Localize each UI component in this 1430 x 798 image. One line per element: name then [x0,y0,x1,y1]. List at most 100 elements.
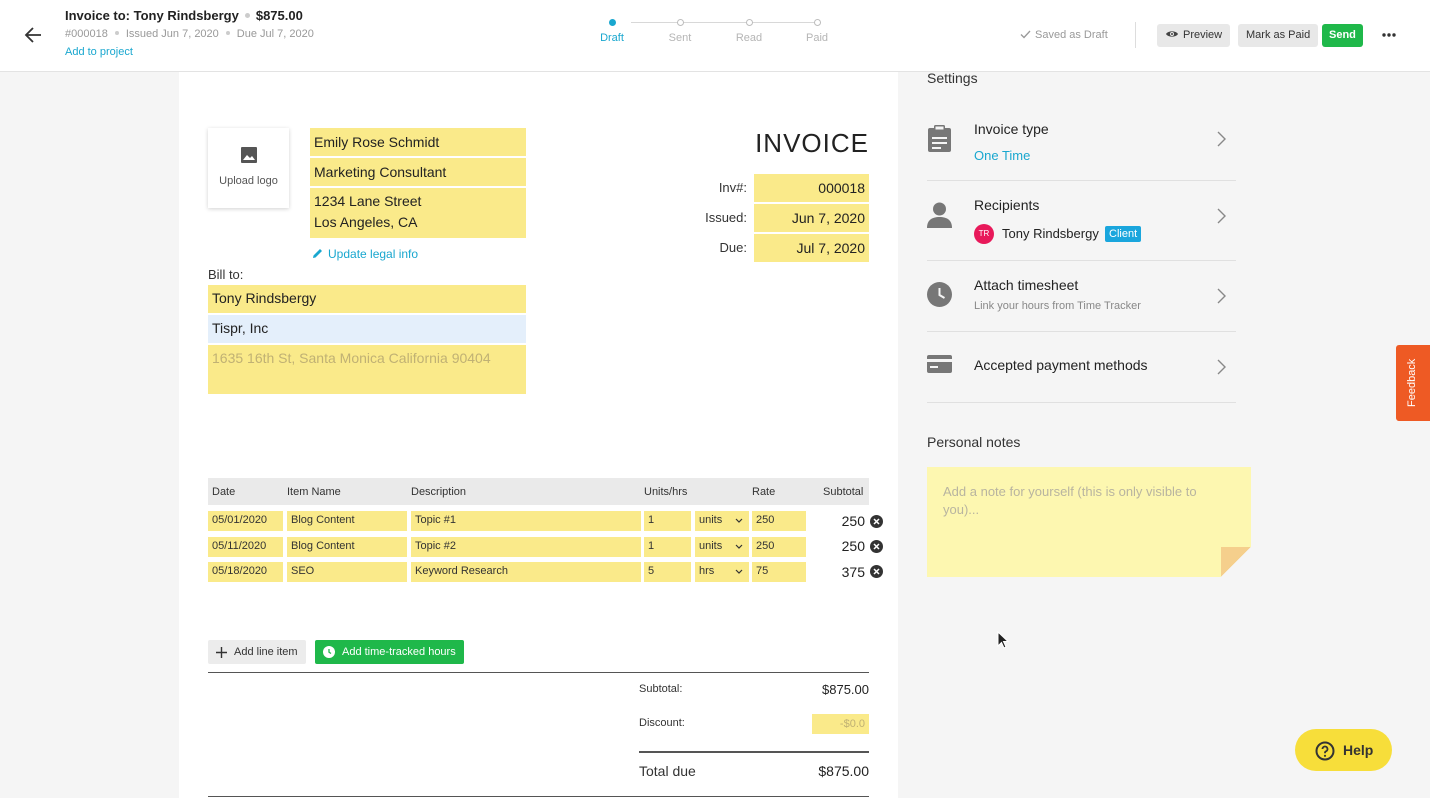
step-sent: Sent [650,14,710,44]
upload-logo-button[interactable]: Upload logo [208,128,289,208]
status-progress: Draft Sent Read Paid [596,14,836,54]
add-time-tracked-button[interactable]: Add time-tracked hours [315,640,464,664]
send-button[interactable]: Send [1322,24,1363,47]
sender-title-field[interactable]: Marketing Consultant [310,158,526,186]
payment-methods-label: Accepted payment methods [974,357,1148,373]
row-rate-field[interactable]: 250 [752,511,806,531]
update-legal-info-link[interactable]: Update legal info [312,247,418,261]
invoice-type-row[interactable]: Invoice type One Time [927,101,1236,181]
bill-to-name-field[interactable]: Tony Rindsbergy [208,285,526,313]
bottom-divider [208,796,869,797]
chevron-right-icon [1217,288,1226,304]
payment-methods-row[interactable]: Accepted payment methods [927,332,1236,403]
add-line-item-button[interactable]: Add line item [208,640,306,664]
note-corner-fold [1221,547,1251,577]
sender-address-line1: 1234 Lane Street [314,193,422,209]
pencil-icon [313,249,322,258]
help-button[interactable]: Help [1295,729,1392,771]
due-label: Due: [719,240,747,255]
preview-button[interactable]: Preview [1157,24,1231,47]
bill-to-company-field[interactable]: Tispr, Inc [208,315,526,343]
personal-notes-title: Personal notes [927,434,1021,450]
row-rate-field[interactable]: 250 [752,537,806,557]
remove-row-icon[interactable] [870,540,883,553]
row-description-field[interactable]: Topic #2 [411,537,641,557]
feedback-label: Feedback [1406,358,1418,407]
row-qty-field[interactable]: 1 [644,511,691,531]
bill-to-address-field[interactable]: 1635 16th St, Santa Monica California 90… [208,345,526,394]
personal-notes-placeholder: Add a note for yourself (this is only vi… [943,484,1197,517]
attach-timesheet-label: Attach timesheet [974,277,1079,293]
inv-number-label: Inv#: [718,180,747,195]
row-item-field[interactable]: Blog Content [287,511,407,531]
subtotal-label: Subtotal: [639,683,683,695]
header-divider [1135,22,1136,48]
col-description: Description [411,486,467,498]
subtotal-value: $875.00 [822,682,869,697]
row-date-field[interactable]: 05/18/2020 [208,562,283,582]
row-date-field[interactable]: 05/11/2020 [208,537,283,557]
credit-card-icon [927,355,952,373]
total-due-label: Total due [639,763,696,779]
step-read: Read [719,14,779,44]
mouse-cursor-icon [997,631,1009,649]
personal-notes-field[interactable]: Add a note for yourself (this is only vi… [927,467,1251,577]
plus-icon [216,647,227,658]
more-options-icon[interactable] [1379,27,1399,43]
col-units: Units/hrs [644,486,688,498]
row-qty-field[interactable]: 1 [644,537,691,557]
chevron-down-icon [735,569,743,574]
row-rate-field[interactable]: 75 [752,562,806,582]
settings-title: Settings [927,70,978,86]
chevron-right-icon [1217,131,1226,147]
due-date: Due Jul 7, 2020 [236,28,314,40]
person-icon [927,202,952,228]
clock-icon [323,646,335,658]
feedback-tab[interactable]: Feedback [1396,345,1430,421]
sender-address-line2: Los Angeles, CA [314,214,418,230]
invoice-title: Invoice to: Tony Rindsbergy $875.00 [65,8,303,23]
due-date-field[interactable]: Jul 7, 2020 [754,234,869,262]
recipients-label: Recipients [974,197,1040,213]
question-icon [1315,741,1335,761]
total-due-value: $875.00 [818,763,869,779]
invoice-document: Upload logo Emily Rose Schmidt Marketing… [179,72,898,798]
row-unit-select[interactable]: units [695,537,749,557]
discount-field[interactable]: -$0.0 [812,714,869,734]
chevron-down-icon [735,544,743,549]
avatar: TR [974,224,994,244]
invoice-amount: $875.00 [255,8,303,23]
col-rate: Rate [752,486,776,498]
recipients-row[interactable]: Recipients TR Tony Rindsbergy Client [927,181,1236,261]
invoice-title-text: Invoice to: Tony Rindsbergy [65,8,239,23]
row-unit-select[interactable]: units [695,511,749,531]
back-arrow-icon[interactable] [22,24,44,46]
sender-address-field[interactable]: 1234 Lane Street Los Angeles, CA [310,188,526,238]
mark-as-paid-button[interactable]: Mark as Paid [1238,24,1319,47]
row-description-field[interactable]: Topic #1 [411,511,641,531]
recipient-name: Tony Rindsbergy [1002,226,1099,241]
add-to-project-link[interactable]: Add to project [65,46,133,58]
sender-name-field[interactable]: Emily Rose Schmidt [310,128,526,156]
remove-row-icon[interactable] [870,515,883,528]
client-badge: Client [1105,226,1142,242]
issued-label: Issued: [705,210,747,225]
attach-timesheet-row[interactable]: Attach timesheet Link your hours from Ti… [927,261,1236,332]
row-date-field[interactable]: 05/01/2020 [208,511,283,531]
row-unit-select[interactable]: hrs [695,562,749,582]
bill-to-label: Bill to: [208,267,244,282]
remove-row-icon[interactable] [870,565,883,578]
row-item-field[interactable]: SEO [287,562,407,582]
row-qty-field[interactable]: 5 [644,562,691,582]
help-label: Help [1343,742,1374,758]
row-subtotal: 250 [841,513,865,529]
invoice-meta: #000018 Issued Jun 7, 2020 Due Jul 7, 2020 [65,28,314,40]
row-subtotal: 250 [841,538,865,554]
check-icon [1020,30,1031,39]
chevron-right-icon [1217,359,1226,375]
row-item-field[interactable]: Blog Content [287,537,407,557]
row-description-field[interactable]: Keyword Research [411,562,641,582]
issued-date-field[interactable]: Jun 7, 2020 [754,204,869,232]
inv-number-field[interactable]: 000018 [754,174,869,202]
chevron-right-icon [1217,208,1226,224]
